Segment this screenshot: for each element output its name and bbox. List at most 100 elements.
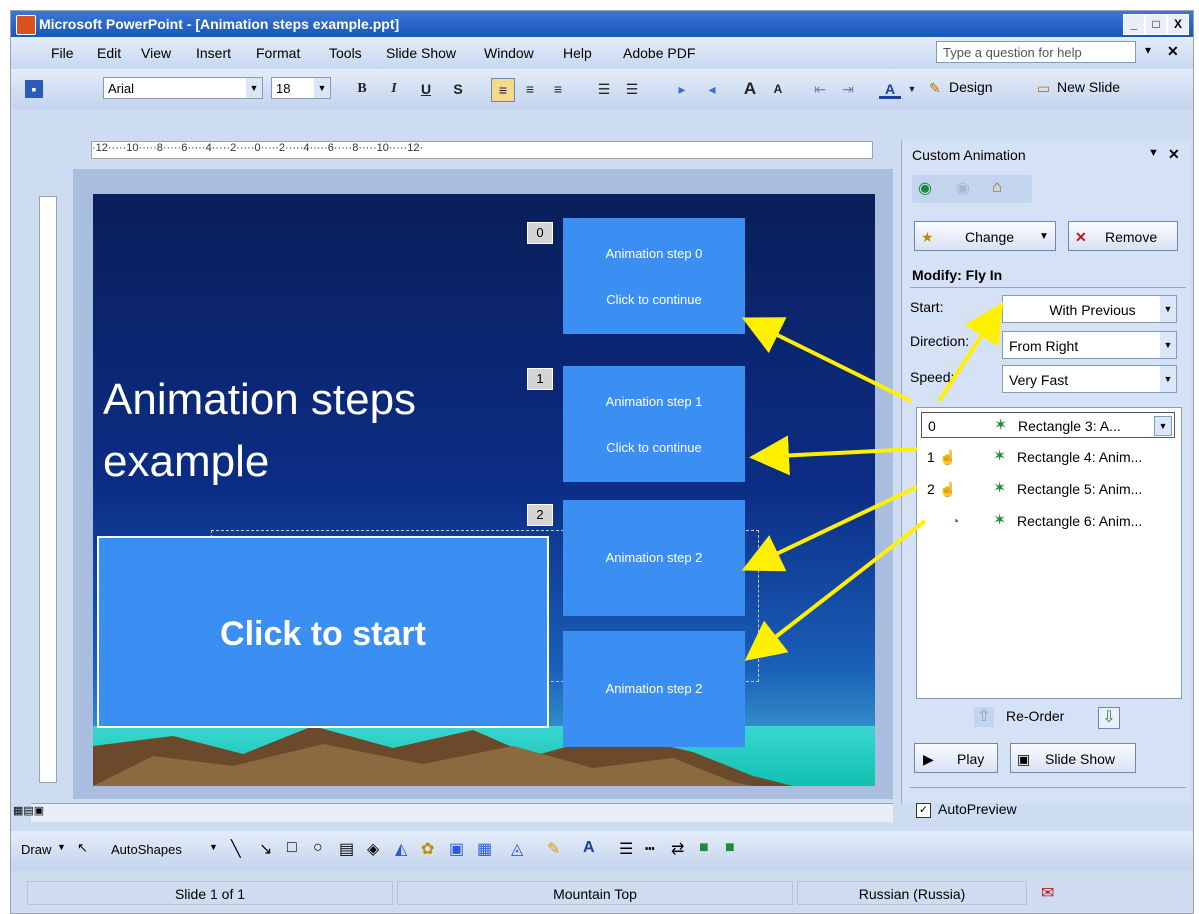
help-search-input[interactable]: Type a question for help — [936, 41, 1136, 63]
menu-insert[interactable]: Insert — [196, 45, 231, 61]
font-color-button[interactable]: A — [879, 78, 901, 99]
arrow-tool-icon[interactable]: ↘ — [259, 839, 272, 859]
menu-window[interactable]: Window — [484, 45, 534, 61]
start-dropdown-icon[interactable]: ▼ — [1160, 296, 1176, 322]
play-button[interactable]: ▶ Play — [914, 743, 998, 773]
design-button[interactable]: Design — [949, 79, 993, 95]
autoshapes-dropdown-icon[interactable]: ▼ — [209, 842, 218, 852]
save-icon[interactable]: ▪ — [25, 80, 43, 98]
speed-dropdown-icon[interactable]: ▼ — [1160, 366, 1176, 392]
oval-tool-icon[interactable]: ○ — [313, 839, 323, 857]
list-item[interactable]: 2 ☝ ✶ Rectangle 5: Anim... — [921, 476, 1175, 502]
remove-button[interactable]: ✕ Remove — [1068, 221, 1178, 251]
draw-menu[interactable]: Draw — [21, 842, 51, 857]
line-color-icon[interactable]: ✎ — [547, 839, 560, 859]
menu-slide-show[interactable]: Slide Show — [386, 45, 456, 61]
picture-tool-icon[interactable]: ▣ — [449, 839, 464, 859]
document-close-icon[interactable]: ✕ — [1167, 43, 1179, 60]
fill-color-icon[interactable]: ◬ — [511, 839, 523, 859]
list-item[interactable]: 1 ☝ ✶ Rectangle 4: Anim... — [921, 444, 1175, 470]
font-color-dropdown-icon[interactable]: ▼ — [901, 78, 923, 100]
menu-bar: File Edit View Insert Format Tools Slide… — [11, 37, 1193, 69]
back-icon[interactable]: ◉ — [918, 178, 932, 198]
bold-button[interactable]: B — [351, 78, 373, 100]
ltr-icon[interactable]: ▸ — [671, 78, 693, 100]
home-icon[interactable]: ⌂ — [992, 177, 1002, 197]
new-slide-button[interactable]: New Slide — [1057, 79, 1120, 95]
animation-step-2[interactable]: Animation step 2 — [563, 500, 745, 616]
direction-dropdown-icon[interactable]: ▼ — [1160, 332, 1176, 358]
autopreview-checkbox[interactable]: ✓ — [916, 803, 931, 818]
close-button[interactable]: X — [1167, 14, 1189, 35]
autoshapes-menu[interactable]: AutoShapes — [111, 842, 182, 857]
move-down-icon[interactable]: ⇩ — [1098, 707, 1120, 729]
minimize-button[interactable]: _ — [1123, 14, 1145, 35]
clock-icon: ◔ — [951, 513, 960, 529]
font-color-icon[interactable]: A — [583, 839, 595, 857]
underline-button[interactable]: U — [415, 78, 437, 100]
arrow-style-icon[interactable]: ⇄ — [671, 839, 684, 859]
horizontal-scrollbar[interactable]: ▦▤▣ — [13, 803, 893, 822]
list-item[interactable]: ◔ ✶ Rectangle 6: Anim... — [921, 508, 1175, 534]
menu-file[interactable]: File — [51, 45, 74, 61]
3d-style-icon[interactable]: ■ — [725, 839, 735, 857]
rtl-icon[interactable]: ◂ — [701, 78, 723, 100]
slide-title[interactable]: Animation steps example — [103, 369, 523, 493]
click-to-start-button[interactable]: Click to start — [97, 536, 549, 728]
insert-image-icon[interactable]: ▦ — [477, 839, 492, 859]
speed-select[interactable]: Very Fast ▼ — [1002, 365, 1177, 393]
increase-font-icon[interactable]: A — [739, 78, 761, 100]
decrease-indent-icon[interactable]: ⇤ — [809, 78, 831, 100]
help-dropdown-icon[interactable]: ▾ — [1145, 43, 1151, 57]
shadow-style-icon[interactable]: ■ — [699, 839, 709, 857]
decrease-font-icon[interactable]: A — [767, 78, 789, 100]
shadow-button[interactable]: S — [447, 78, 469, 100]
menu-edit[interactable]: Edit — [97, 45, 121, 61]
line-style-icon[interactable]: ☰ — [619, 839, 633, 859]
list-item[interactable]: 0 ✶ Rectangle 3: A... ▼ — [921, 412, 1175, 438]
pane-menu-icon[interactable]: ▼ — [1148, 147, 1159, 159]
item-order: 2 — [927, 481, 935, 497]
animation-step-3[interactable]: Animation step 2 — [563, 631, 745, 747]
menu-format[interactable]: Format — [256, 45, 300, 61]
numbering-icon[interactable]: ☰ — [593, 78, 615, 100]
wordart-tool-icon[interactable]: ◈ — [367, 839, 379, 859]
change-button[interactable]: ★ Change ▼ — [914, 221, 1056, 251]
align-right-icon[interactable]: ≡ — [547, 78, 569, 100]
animation-step-0[interactable]: Animation step 0 Click to continue — [563, 218, 745, 334]
menu-adobe-pdf[interactable]: Adobe PDF — [623, 45, 695, 61]
menu-tools[interactable]: Tools — [329, 45, 362, 61]
font-name-combo[interactable]: Arial ▼ — [103, 77, 263, 99]
font-dropdown-icon[interactable]: ▼ — [246, 78, 262, 98]
select-pointer-icon[interactable]: ↖ — [77, 840, 88, 856]
view-buttons-icon[interactable]: ▦▤▣ — [13, 804, 44, 817]
size-dropdown-icon[interactable]: ▼ — [314, 78, 330, 98]
increase-indent-icon[interactable]: ⇥ — [837, 78, 859, 100]
font-size-combo[interactable]: 18 ▼ — [271, 77, 331, 99]
direction-label: Direction: — [910, 333, 970, 349]
clipart-tool-icon[interactable]: ✿ — [421, 839, 434, 859]
bullets-icon[interactable]: ☰ — [621, 78, 643, 100]
autopreview-label: AutoPreview — [938, 801, 1017, 817]
maximize-button[interactable]: □ — [1145, 14, 1167, 35]
animation-step-1[interactable]: Animation step 1 Click to continue — [563, 366, 745, 482]
textbox-tool-icon[interactable]: ▤ — [339, 839, 354, 859]
direction-select[interactable]: From Right ▼ — [1002, 331, 1177, 359]
rectangle-tool-icon[interactable]: □ — [287, 839, 297, 857]
step-1-line2: Click to continue — [606, 440, 702, 455]
menu-view[interactable]: View — [141, 45, 171, 61]
italic-button[interactable]: I — [383, 78, 405, 100]
item-dropdown-icon[interactable]: ▼ — [1154, 416, 1172, 436]
align-center-icon[interactable]: ≡ — [519, 78, 541, 100]
pane-close-icon[interactable]: ✕ — [1168, 146, 1180, 163]
line-tool-icon[interactable]: ╲ — [231, 839, 241, 859]
dash-style-icon[interactable]: ┅ — [645, 839, 655, 859]
diagram-tool-icon[interactable]: ◭ — [395, 839, 407, 859]
animation-list[interactable]: 0 ✶ Rectangle 3: A... ▼ 1 ☝ ✶ Rectangle … — [916, 407, 1182, 699]
spelling-status-icon[interactable]: ✉ — [1041, 883, 1054, 903]
align-left-icon[interactable]: ≡ — [491, 78, 515, 102]
menu-help[interactable]: Help — [563, 45, 592, 61]
draw-dropdown-icon[interactable]: ▼ — [57, 842, 66, 852]
slide-show-button[interactable]: ▣ Slide Show — [1010, 743, 1136, 773]
start-select[interactable]: With Previous ▼ — [1002, 295, 1177, 323]
